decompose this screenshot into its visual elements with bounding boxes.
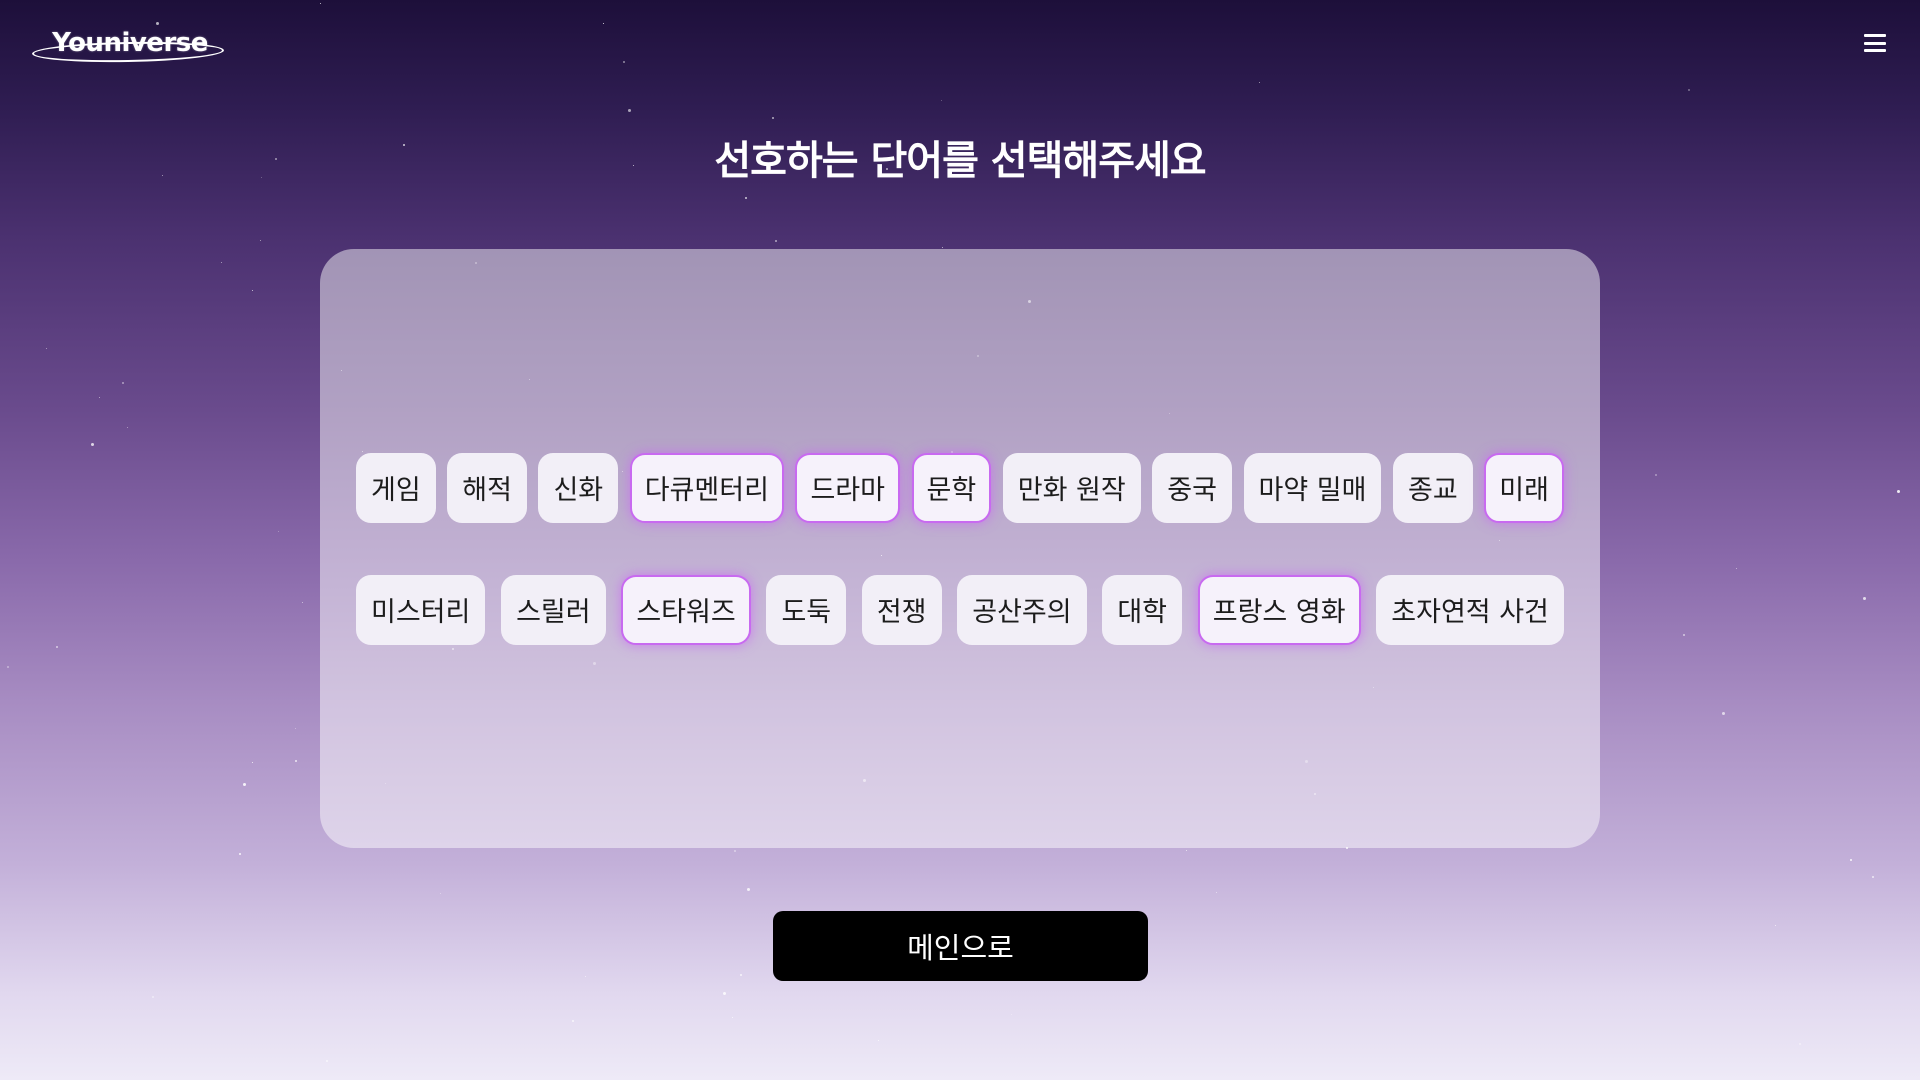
star-dot <box>1259 82 1260 83</box>
star-dot <box>734 850 736 852</box>
star-dot <box>1011 1014 1012 1015</box>
star-dot <box>302 602 303 603</box>
star-dot <box>326 1060 328 1062</box>
star-dot <box>1655 474 1657 476</box>
keyword-chip[interactable]: 미스터리 <box>356 574 486 645</box>
back-to-main-button[interactable]: 메인으로 <box>773 911 1148 981</box>
star-dot <box>745 197 747 199</box>
star-dot <box>747 888 750 891</box>
star-dot <box>585 976 586 977</box>
keyword-chip[interactable]: 해적 <box>447 452 527 523</box>
star-dot <box>243 783 246 786</box>
star-dot <box>1850 859 1852 861</box>
star-dot <box>127 427 128 428</box>
keyword-panel: 게임 해적 신화 다큐멘터리 드라마 문학 만화 원작 중국 마약 밀매 종교 … <box>320 249 1600 848</box>
star-dot <box>252 762 253 763</box>
star-dot <box>941 100 942 101</box>
page-title: 선호하는 단어를 선택해주세요 <box>714 138 1206 184</box>
star-dot <box>572 1020 574 1022</box>
star-dot <box>1722 712 1725 715</box>
keyword-chip[interactable]: 신화 <box>538 452 619 523</box>
youniverse-logo[interactable]: Youniverse <box>30 22 230 70</box>
keyword-chip-selected[interactable]: 문학 <box>911 452 992 523</box>
star-dot <box>91 443 94 446</box>
star-dot <box>260 240 261 241</box>
star-dot <box>603 23 604 24</box>
star-dot <box>295 760 297 762</box>
keyword-chip[interactable]: 초자연적 사건 <box>1376 574 1564 645</box>
star-dot <box>1688 89 1690 91</box>
star-dot <box>440 893 441 894</box>
keyword-row-2: 미스터리 스릴러 스타워즈 도둑 전쟁 공산주의 대학 프랑스 영화 초자연적 … <box>356 574 1564 645</box>
star-dot <box>320 3 321 4</box>
star-dot <box>878 1040 879 1041</box>
hamburger-menu-icon[interactable] <box>1864 34 1886 52</box>
keyword-chip[interactable]: 공산주의 <box>957 574 1087 645</box>
star-dot <box>295 728 296 729</box>
star-dot <box>772 117 774 119</box>
keyword-row-1: 게임 해적 신화 다큐멘터리 드라마 문학 만화 원작 중국 마약 밀매 종교 … <box>356 452 1564 523</box>
keyword-chip-selected[interactable]: 미래 <box>1484 452 1564 523</box>
star-dot <box>1775 925 1776 926</box>
keyword-chip[interactable]: 종교 <box>1393 452 1473 523</box>
star-dot <box>775 240 777 242</box>
star-dot <box>252 290 253 291</box>
keyword-chip[interactable]: 중국 <box>1152 452 1232 523</box>
star-dot <box>740 974 742 976</box>
star-dot <box>122 382 124 384</box>
keyword-chip-selected[interactable]: 드라마 <box>795 452 900 523</box>
star-dot <box>46 348 47 349</box>
star-dot <box>628 109 631 112</box>
keyword-chip[interactable]: 전쟁 <box>861 574 942 645</box>
star-dot <box>239 853 241 855</box>
keyword-chip[interactable]: 도둑 <box>766 574 847 645</box>
keyword-chip[interactable]: 만화 원작 <box>1002 452 1141 523</box>
star-dot <box>1683 634 1685 636</box>
keyword-chip[interactable]: 대학 <box>1102 574 1183 645</box>
star-dot <box>723 992 726 995</box>
star-dot <box>1897 490 1900 493</box>
star-dot <box>1216 892 1217 893</box>
star-dot <box>152 996 154 998</box>
star-dot <box>7 666 9 668</box>
keyword-chip-selected[interactable]: 스타워즈 <box>621 574 751 645</box>
star-dot <box>732 1017 733 1018</box>
star-dot <box>1736 568 1737 569</box>
keyword-chip[interactable]: 스릴러 <box>501 574 606 645</box>
keyword-chip-selected[interactable]: 다큐멘터리 <box>629 452 784 523</box>
keyword-chip-selected[interactable]: 프랑스 영화 <box>1197 574 1361 645</box>
star-dot <box>942 247 943 248</box>
logo-text: Youniverse <box>52 28 208 58</box>
keyword-chip[interactable]: 게임 <box>356 452 436 523</box>
star-dot <box>221 262 222 263</box>
star-dot <box>1863 597 1866 600</box>
star-dot <box>1872 876 1874 878</box>
star-dot <box>278 531 279 532</box>
star-dot <box>1186 850 1187 851</box>
star-dot <box>1799 1043 1801 1045</box>
star-dot <box>56 646 58 648</box>
keyword-chip[interactable]: 마약 밀매 <box>1243 452 1382 523</box>
star-dot <box>623 61 625 63</box>
star-dot <box>99 397 100 398</box>
